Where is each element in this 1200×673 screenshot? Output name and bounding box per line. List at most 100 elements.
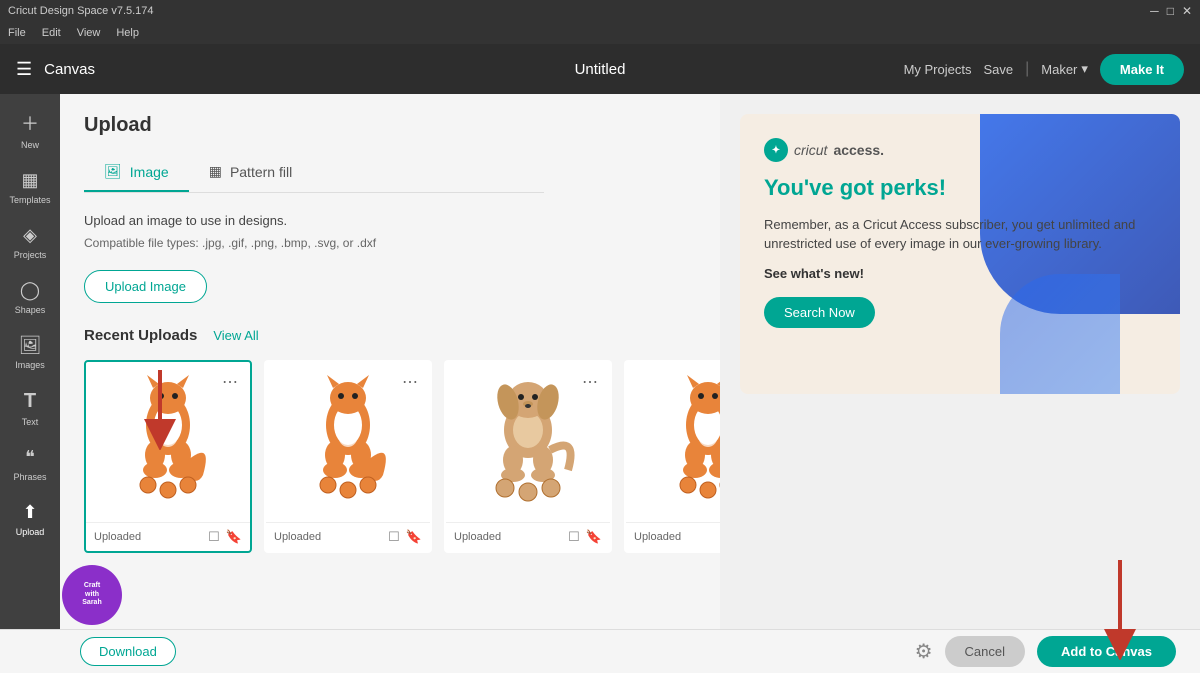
upload-icon: ⬆: [22, 502, 37, 523]
sidebar-item-phrases[interactable]: ❝ Phrases: [0, 439, 60, 490]
bottom-right: ⚙ Cancel Add to Canvas: [915, 636, 1176, 667]
upload-card-1[interactable]: ⋯: [84, 360, 252, 553]
card-actions-2: ☐ 🔖: [388, 529, 422, 545]
minimize-button[interactable]: ─: [1150, 4, 1159, 18]
bottom-bar: Download ⚙ Cancel Add to Canvas: [0, 629, 1200, 673]
templates-icon: ▦: [21, 170, 38, 191]
uploads-grid: ⋯: [84, 360, 696, 553]
canvas-label: Canvas: [44, 61, 95, 78]
maker-label: Maker: [1041, 62, 1077, 77]
pattern-fill-tab-label: Pattern fill: [230, 164, 292, 180]
file-menu[interactable]: File: [8, 27, 26, 39]
image-tab-icon: 🖼: [104, 163, 122, 180]
sidebar-item-templates[interactable]: ▦ Templates: [0, 162, 60, 213]
maximize-button[interactable]: □: [1167, 4, 1174, 18]
sidebar-label-images: Images: [15, 360, 45, 370]
edit-icon-3[interactable]: ☐: [568, 529, 580, 545]
cricut-headline: You've got perks!: [764, 174, 1156, 203]
tab-image[interactable]: 🖼 Image: [84, 153, 189, 192]
cat-svg-4: [643, 370, 720, 515]
close-button[interactable]: ✕: [1182, 4, 1192, 18]
cat-svg-1: [103, 370, 233, 515]
sidebar-label-projects: Projects: [14, 250, 47, 260]
save-button[interactable]: Save: [983, 62, 1013, 77]
upload-compatible-types: Compatible file types: .jpg, .gif, .png,…: [84, 236, 696, 250]
cricut-logo-text: cricut: [794, 142, 827, 158]
recent-uploads-title: Recent Uploads: [84, 327, 197, 344]
header-right: My Projects Save | Maker ▾ Make It: [904, 54, 1184, 85]
phrases-icon: ❝: [25, 447, 35, 468]
hamburger-icon[interactable]: ☰: [16, 59, 32, 80]
upload-card-4[interactable]: ⋯: [624, 360, 720, 553]
sidebar-item-text[interactable]: T Text: [0, 382, 60, 435]
chevron-down-icon: ▾: [1081, 61, 1088, 77]
edit-menu[interactable]: Edit: [42, 27, 61, 39]
edit-icon-2[interactable]: ☐: [388, 529, 400, 545]
shapes-icon: ◯: [20, 280, 40, 301]
sidebar-label-templates: Templates: [9, 195, 50, 205]
search-now-button[interactable]: Search Now: [764, 297, 875, 328]
download-button[interactable]: Download: [80, 637, 176, 666]
help-menu[interactable]: Help: [116, 27, 139, 39]
watermark-line3: Sarah: [82, 599, 101, 607]
main-layout: ＋ New ▦ Templates ◈ Projects ◯ Shapes 🖼 …: [0, 94, 1200, 673]
header: ☰ Canvas Untitled My Projects Save | Mak…: [0, 44, 1200, 94]
pattern-fill-tab-icon: ▦: [209, 163, 222, 180]
sidebar-item-projects[interactable]: ◈ Projects: [0, 217, 60, 268]
card-actions-3: ☐ 🔖: [568, 529, 602, 545]
make-it-button[interactable]: Make It: [1100, 54, 1184, 85]
upload-image-button[interactable]: Upload Image: [84, 270, 207, 303]
my-projects-link[interactable]: My Projects: [904, 62, 972, 77]
sidebar-label-text: Text: [22, 417, 39, 427]
header-divider: |: [1025, 60, 1029, 78]
cricut-body: Remember, as a Cricut Access subscriber,…: [764, 215, 1156, 254]
menu-bar: File Edit View Help: [0, 22, 1200, 44]
watermark: Craft with Sarah: [62, 565, 122, 625]
add-to-canvas-button[interactable]: Add to Canvas: [1037, 636, 1176, 667]
view-all-link[interactable]: View All: [213, 328, 258, 343]
maker-dropdown[interactable]: Maker ▾: [1041, 61, 1088, 77]
card-menu-2[interactable]: ⋯: [398, 370, 422, 394]
bookmark-icon-2[interactable]: 🔖: [406, 529, 422, 545]
watermark-line1: Craft: [84, 582, 100, 590]
tab-pattern-fill[interactable]: ▦ Pattern fill: [189, 153, 312, 192]
upload-card-2[interactable]: ⋯: [264, 360, 432, 553]
card-actions-1: ☐ 🔖: [208, 529, 242, 545]
recent-uploads-header: Recent Uploads View All: [84, 327, 696, 344]
cricut-logo-icon: ✦: [764, 138, 788, 162]
bookmark-icon-1[interactable]: 🔖: [226, 529, 242, 545]
window-controls[interactable]: ─ □ ✕: [1150, 4, 1192, 18]
upload-tabs: 🖼 Image ▦ Pattern fill: [84, 153, 544, 193]
sidebar-label-new: New: [21, 140, 39, 150]
cat-svg-2: [283, 370, 413, 515]
projects-icon: ◈: [23, 225, 37, 246]
sidebar-item-new[interactable]: ＋ New: [0, 102, 60, 158]
upload-description: Upload an image to use in designs.: [84, 213, 696, 228]
cancel-button[interactable]: Cancel: [945, 636, 1025, 667]
card-menu-1[interactable]: ⋯: [218, 370, 242, 394]
right-panel: ✦ cricut access. You've got perks! Remem…: [720, 94, 1200, 673]
card-footer-4: Uploaded ☐ 🔖: [626, 522, 720, 551]
upload-card-3[interactable]: ⋯: [444, 360, 612, 553]
image-tab-label: Image: [130, 164, 169, 180]
images-icon: 🖼: [19, 335, 42, 356]
card-menu-3[interactable]: ⋯: [578, 370, 602, 394]
project-title: Untitled: [575, 61, 626, 78]
card-label-1: Uploaded: [94, 531, 141, 543]
card-footer-2: Uploaded ☐ 🔖: [266, 522, 430, 551]
page-title: Upload: [84, 114, 696, 137]
icon-settings: ⚙: [915, 639, 933, 664]
new-icon: ＋: [21, 110, 39, 136]
bookmark-icon-3[interactable]: 🔖: [586, 529, 602, 545]
sidebar-item-shapes[interactable]: ◯ Shapes: [0, 272, 60, 323]
view-menu[interactable]: View: [77, 27, 101, 39]
edit-icon-1[interactable]: ☐: [208, 529, 220, 545]
upload-content: Upload 🖼 Image ▦ Pattern fill Upload an …: [60, 94, 720, 673]
card-image-4: [626, 362, 720, 522]
sidebar-label-phrases: Phrases: [13, 472, 46, 482]
sidebar-item-upload[interactable]: ⬆ Upload: [0, 494, 60, 545]
card-label-3: Uploaded: [454, 531, 501, 543]
sidebar-item-images[interactable]: 🖼 Images: [0, 327, 60, 378]
card-label-4: Uploaded: [634, 531, 681, 543]
cricut-access-card: ✦ cricut access. You've got perks! Remem…: [740, 114, 1180, 394]
